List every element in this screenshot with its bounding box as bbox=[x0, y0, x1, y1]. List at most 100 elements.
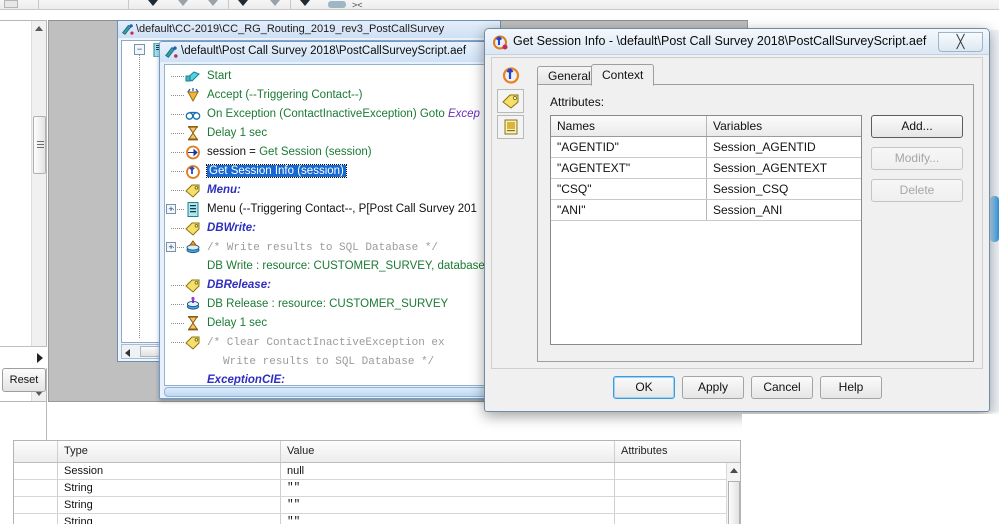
tree-guide bbox=[171, 323, 184, 324]
script-window-titlebar[interactable]: \default\Post Call Survey 2018\PostCallS… bbox=[160, 42, 498, 62]
cell-variable: Session_AGENTEXT bbox=[713, 161, 828, 175]
side-icon-document[interactable] bbox=[497, 115, 524, 139]
script-hscrollbar[interactable] bbox=[164, 387, 494, 397]
variables-grid-scrollbar[interactable] bbox=[726, 463, 740, 524]
bottom-right-blank-area bbox=[742, 414, 999, 524]
tree-node-comment-cont: Write results to SQL Database */ bbox=[165, 352, 493, 371]
table-row[interactable]: "CSQ" Session_CSQ bbox=[551, 179, 861, 200]
chevron-down-icon[interactable] bbox=[208, 0, 218, 6]
table-row[interactable]: String "" bbox=[14, 480, 740, 497]
background-window-titlebar[interactable]: \default\CC-2019\CC_RG_Routing_2019_rev3… bbox=[118, 21, 500, 38]
attributes-table[interactable]: Names Variables "AGENTID" Session_AGENTI… bbox=[550, 115, 862, 345]
chevron-right-icon[interactable] bbox=[37, 353, 43, 363]
tree-node-start[interactable]: Start bbox=[165, 67, 493, 86]
tree-node-menu[interactable]: + Menu (--Triggering Contact--, P[Post C… bbox=[165, 200, 493, 219]
chevron-down-icon[interactable] bbox=[238, 0, 248, 6]
side-icon-get-session-info[interactable] bbox=[497, 63, 524, 87]
tree-node-label: /* Write results to SQL Database */ bbox=[207, 242, 439, 254]
cancel-button[interactable]: Cancel bbox=[751, 376, 813, 399]
script-tree-panel[interactable]: Start Accept (--Triggering Contact--) On… bbox=[164, 64, 494, 386]
tree-guide bbox=[171, 114, 184, 115]
table-row[interactable]: "ANI" Session_ANI bbox=[551, 200, 861, 221]
tree-node-label-menu[interactable]: Menu: bbox=[165, 181, 493, 200]
apply-button[interactable]: Apply bbox=[682, 376, 744, 399]
script-editor-window[interactable]: \default\Post Call Survey 2018\PostCallS… bbox=[159, 41, 499, 399]
get-session-info-icon bbox=[186, 165, 200, 179]
tree-guide bbox=[171, 76, 184, 77]
toolbar-separator bbox=[38, 0, 39, 9]
far-right-scroll-thumb[interactable] bbox=[990, 196, 999, 242]
cell-variable: Session_CSQ bbox=[713, 182, 789, 196]
tree-node-get-session-info[interactable]: Get Session Info (session) bbox=[165, 162, 493, 181]
tree-node-accept[interactable]: Accept (--Triggering Contact--) bbox=[165, 86, 493, 105]
cell-attributes bbox=[615, 463, 740, 479]
get-session-icon bbox=[186, 145, 200, 160]
tree-collapse-toggle[interactable]: − bbox=[134, 44, 145, 55]
tree-node-db-write-detail[interactable]: DB Write : resource: CUSTOMER_SURVEY, da… bbox=[165, 257, 493, 276]
table-row[interactable]: "AGENTEXT" Session_AGENTEXT bbox=[551, 158, 861, 179]
table-row[interactable]: String "" bbox=[14, 514, 740, 524]
table-row[interactable]: Session null bbox=[14, 463, 740, 480]
cell-value: null bbox=[281, 463, 615, 479]
scroll-up-icon[interactable] bbox=[730, 468, 738, 473]
ok-button[interactable]: OK bbox=[613, 376, 675, 399]
tree-node-comment-label[interactable]: /* Clear ContactInactiveException ex bbox=[165, 333, 493, 352]
table-row[interactable]: "AGENTID" Session_AGENTID bbox=[551, 137, 861, 158]
attributes-label: Attributes: bbox=[550, 95, 605, 109]
toolbar-button-1[interactable] bbox=[4, 0, 18, 8]
cell-blank bbox=[14, 514, 58, 524]
cell-type: Session bbox=[58, 463, 281, 479]
tree-node-get-session[interactable]: session = Get Session (session) bbox=[165, 143, 493, 162]
attributes-action-buttons: Add... Modify... Delete bbox=[871, 115, 963, 211]
toolbar-pill-icon[interactable] bbox=[328, 1, 346, 8]
tree-node-delay[interactable]: Delay 1 sec bbox=[165, 124, 493, 143]
variables-grid-scroll-thumb[interactable] bbox=[728, 481, 740, 524]
tree-node-on-exception[interactable]: On Exception (ContactInactiveException) … bbox=[165, 105, 493, 124]
help-button[interactable]: Help bbox=[820, 376, 882, 399]
variables-grid[interactable]: Type Value Attributes Session null Strin… bbox=[13, 440, 741, 524]
side-icon-tag[interactable] bbox=[497, 89, 524, 113]
tab-context[interactable]: Context bbox=[591, 64, 655, 86]
add-button[interactable]: Add... bbox=[871, 115, 963, 138]
scroll-up-icon[interactable] bbox=[35, 26, 43, 31]
cell-value: "" bbox=[281, 514, 615, 524]
scroll-left-icon[interactable] bbox=[125, 349, 130, 357]
tree-node-label-exceptioncie[interactable]: ExceptionCIE: bbox=[165, 371, 493, 386]
close-icon[interactable]: ╳ bbox=[938, 32, 983, 52]
tree-guide bbox=[171, 190, 184, 191]
tree-node-label: DBRelease: bbox=[207, 279, 271, 291]
left-dock-scroll-thumb[interactable] bbox=[33, 116, 46, 174]
tree-node-label: Write results to SQL Database */ bbox=[223, 356, 435, 368]
column-header-names: Names bbox=[551, 116, 707, 136]
script-tree[interactable]: Start Accept (--Triggering Contact--) On… bbox=[165, 67, 493, 385]
left-dock-scrollbar[interactable] bbox=[31, 21, 46, 401]
cell-type: String bbox=[58, 497, 281, 513]
chevron-down-icon[interactable] bbox=[300, 0, 310, 6]
main-toolbar: >< bbox=[0, 0, 999, 10]
tree-node-delay-2[interactable]: Delay 1 sec bbox=[165, 314, 493, 333]
table-row[interactable]: String "" bbox=[14, 497, 740, 514]
tree-node-label: ExceptionCIE: bbox=[207, 374, 285, 386]
script-icon bbox=[165, 46, 178, 58]
cell-value: "" bbox=[281, 497, 615, 513]
variables-grid-header: Type Value Attributes bbox=[14, 441, 740, 463]
tree-node-db-release[interactable]: DB Release : resource: CUSTOMER_SURVEY bbox=[165, 295, 493, 314]
chevron-down-icon[interactable] bbox=[270, 0, 280, 6]
tag-icon bbox=[501, 94, 518, 109]
cell-value: "" bbox=[281, 480, 615, 496]
chevron-down-icon[interactable] bbox=[178, 0, 188, 6]
left-dock-splitter[interactable] bbox=[0, 346, 47, 368]
tree-node-db-write[interactable]: + /* Write results to SQL Database */ bbox=[165, 238, 493, 257]
column-header-blank bbox=[14, 441, 58, 462]
tree-node-label-dbwrite[interactable]: DBWrite: bbox=[165, 219, 493, 238]
toolbar-glyph-icon[interactable]: >< bbox=[352, 0, 363, 10]
chevron-down-icon[interactable] bbox=[148, 0, 158, 6]
reset-button[interactable]: Reset bbox=[2, 368, 46, 392]
dialog-titlebar[interactable]: Get Session Info - \default\Post Call Su… bbox=[485, 29, 989, 55]
get-session-info-dialog[interactable]: Get Session Info - \default\Post Call Su… bbox=[484, 28, 990, 412]
cell-name: "CSQ" bbox=[551, 179, 707, 199]
tree-guide bbox=[171, 209, 184, 210]
scroll-grip-icon bbox=[37, 141, 44, 148]
tree-node-label-dbrelease[interactable]: DBRelease: bbox=[165, 276, 493, 295]
tree-guide bbox=[171, 247, 184, 248]
